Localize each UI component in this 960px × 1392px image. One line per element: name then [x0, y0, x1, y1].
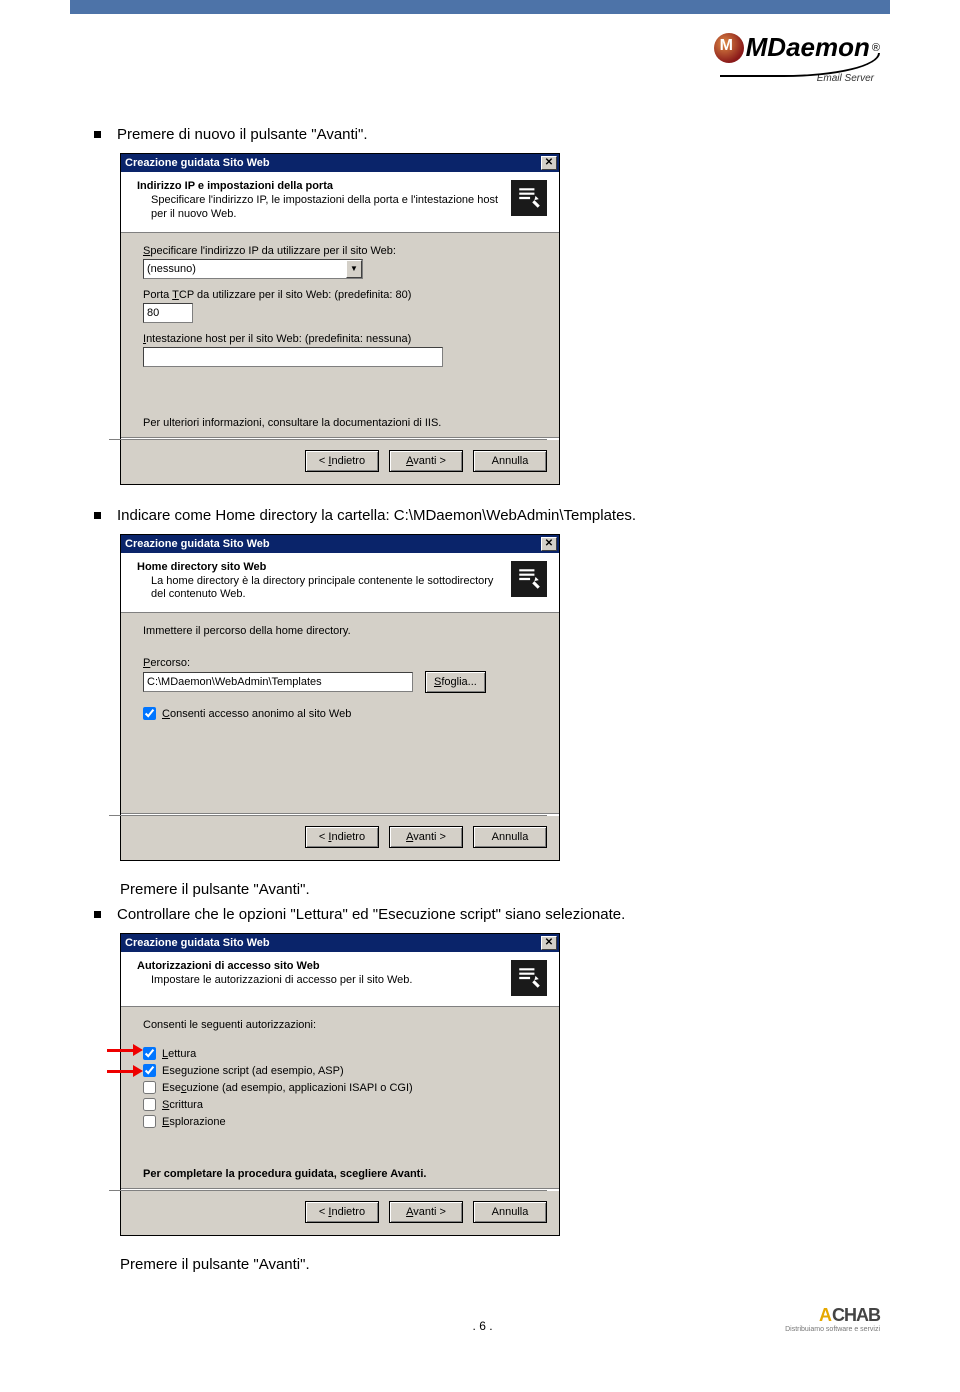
- red-arrow-icon: [107, 1045, 143, 1055]
- perm-read-row: Lettura: [143, 1047, 537, 1060]
- perm-intro-label: Consenti le seguenti autorizzazioni:: [143, 1019, 537, 1031]
- perm-write-row: Scrittura: [143, 1098, 537, 1111]
- bullet-text: Controllare che le opzioni "Lettura" ed …: [117, 904, 625, 925]
- next-button[interactable]: Avanti >: [389, 826, 463, 848]
- page-number: . 6 .: [180, 1319, 785, 1333]
- back-button[interactable]: < Indietro: [305, 450, 379, 472]
- dialog-titlebar: Creazione guidata Sito Web ✕: [121, 535, 559, 553]
- ip-select-wrap: ▼: [143, 259, 363, 279]
- dialog-header-sub: Specificare l'indirizzo IP, le impostazi…: [151, 194, 501, 222]
- perm-script-checkbox[interactable]: [143, 1064, 156, 1077]
- close-button[interactable]: ✕: [541, 936, 557, 950]
- perm-script-row: Eseguzione script (ad esempio, ASP): [143, 1064, 537, 1077]
- dialog-header-title: Indirizzo IP e impostazioni della porta: [137, 180, 501, 192]
- cancel-button[interactable]: Annulla: [473, 826, 547, 848]
- perm-browse-checkbox[interactable]: [143, 1115, 156, 1128]
- bullet-item: Premere di nuovo il pulsante "Avanti".: [94, 124, 860, 145]
- logo-reg: ®: [872, 42, 880, 54]
- bullet-item: Controllare che le opzioni "Lettura" ed …: [94, 904, 860, 925]
- page-footer: . 6 . ACHAB Distribuiamo software e serv…: [0, 1299, 960, 1353]
- next-button[interactable]: Avanti >: [389, 450, 463, 472]
- dialog-permissions: Creazione guidata Sito Web ✕ Autorizzazi…: [120, 933, 560, 1236]
- dialog-title: Creazione guidata Sito Web: [125, 538, 270, 550]
- anon-access-row: Consenti accesso anonimo al sito Web: [143, 707, 537, 720]
- header-logo-area: M MDaemon ® Email Server: [0, 14, 960, 124]
- browse-button[interactable]: Sfoglia...: [425, 671, 486, 693]
- dialog-titlebar: Creazione guidata Sito Web ✕: [121, 934, 559, 952]
- indent-text: Premere il pulsante "Avanti".: [120, 881, 860, 898]
- perm-browse-row: Esplorazione: [143, 1115, 537, 1128]
- port-input[interactable]: [143, 303, 193, 323]
- wizard-icon: [511, 561, 547, 597]
- back-button[interactable]: < Indietro: [305, 1201, 379, 1223]
- dialog-home-directory: Creazione guidata Sito Web ✕ Home direct…: [120, 534, 560, 862]
- close-button[interactable]: ✕: [541, 156, 557, 170]
- mdaemon-logo: M MDaemon ® Email Server: [714, 32, 880, 84]
- back-button[interactable]: < Indietro: [305, 826, 379, 848]
- dialog-ip-port: Creazione guidata Sito Web ✕ Indirizzo I…: [120, 153, 560, 485]
- wizard-icon: [511, 960, 547, 996]
- port-label: Porta TCP da utilizzare per il sito Web:…: [143, 289, 537, 301]
- complete-note: Per completare la procedura guidata, sce…: [143, 1168, 537, 1180]
- dialog-titlebar: Creazione guidata Sito Web ✕: [121, 154, 559, 172]
- next-button[interactable]: Avanti >: [389, 1201, 463, 1223]
- ip-label: Specificare l'indirizzo IP da utilizzare…: [143, 245, 537, 257]
- indent-text: Premere il pulsante "Avanti".: [120, 1256, 860, 1273]
- bullet-item: Indicare come Home directory la cartella…: [94, 505, 860, 526]
- red-arrow-icon: [107, 1066, 143, 1076]
- dialog-title: Creazione guidata Sito Web: [125, 157, 270, 169]
- host-label: Intestazione host per il sito Web: (pred…: [143, 333, 537, 345]
- path-label: Percorso:: [143, 657, 537, 669]
- wizard-icon: [511, 180, 547, 216]
- swoosh-icon: [720, 53, 880, 77]
- cancel-button[interactable]: Annulla: [473, 1201, 547, 1223]
- host-input[interactable]: [143, 347, 443, 367]
- cancel-button[interactable]: Annulla: [473, 450, 547, 472]
- ip-select[interactable]: [143, 259, 363, 279]
- achab-logo: ACHAB Distribuiamo software e servizi: [785, 1305, 880, 1333]
- bullet-icon: [94, 911, 101, 918]
- intro-label: Immettere il percorso della home directo…: [143, 625, 537, 637]
- dialog-header-sub: La home directory è la directory princip…: [151, 575, 501, 603]
- iis-info-text: Per ulteriori informazioni, consultare l…: [143, 417, 537, 429]
- bullet-icon: [94, 131, 101, 138]
- dialog-header-title: Home directory sito Web: [137, 561, 501, 573]
- dialog-header-title: Autorizzazioni di accesso sito Web: [137, 960, 501, 972]
- anon-access-checkbox[interactable]: [143, 707, 156, 720]
- perm-read-checkbox[interactable]: [143, 1047, 156, 1060]
- page-top-bar: [70, 0, 890, 14]
- perm-write-checkbox[interactable]: [143, 1098, 156, 1111]
- bullet-icon: [94, 512, 101, 519]
- dialog-header-sub: Impostare le autorizzazioni di accesso p…: [151, 974, 501, 988]
- bullet-text: Premere di nuovo il pulsante "Avanti".: [117, 124, 368, 145]
- perm-exec-row: Esecuzione (ad esempio, applicazioni ISA…: [143, 1081, 537, 1094]
- path-input[interactable]: [143, 672, 413, 692]
- bullet-text: Indicare come Home directory la cartella…: [117, 505, 636, 526]
- close-button[interactable]: ✕: [541, 537, 557, 551]
- perm-exec-checkbox[interactable]: [143, 1081, 156, 1094]
- dialog-title: Creazione guidata Sito Web: [125, 937, 270, 949]
